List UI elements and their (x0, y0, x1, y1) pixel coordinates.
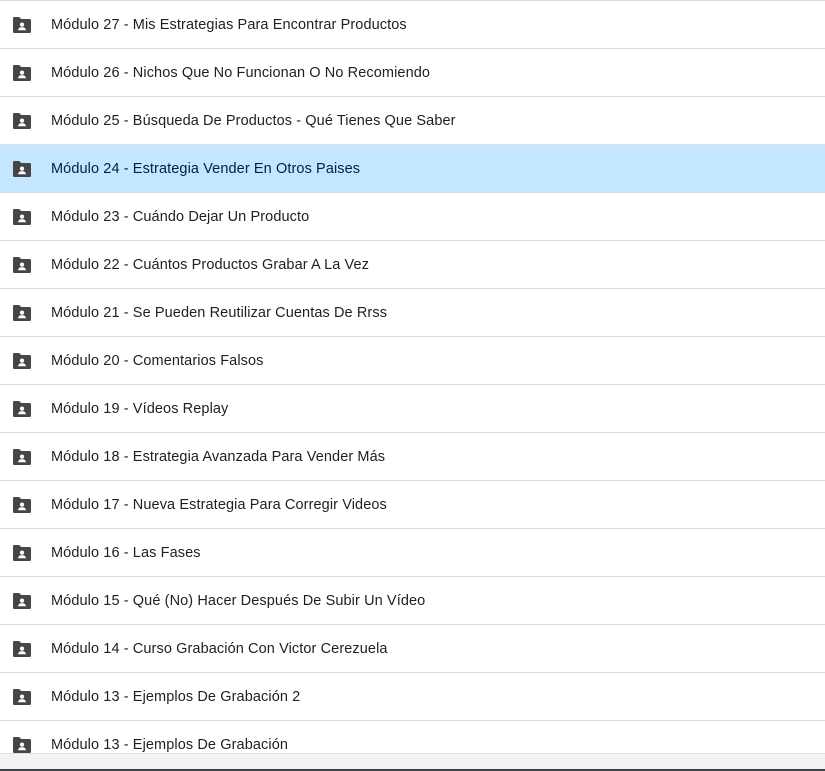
folder-row-12[interactable]: Módulo 16 - Las Fases (0, 529, 825, 577)
folder-row-3[interactable]: Módulo 25 - Búsqueda De Productos - Qué … (0, 97, 825, 145)
shared-folder-icon (12, 543, 32, 563)
folder-name: Módulo 24 - Estrategia Vender En Otros P… (51, 160, 361, 177)
folder-name: Módulo 27 - Mis Estrategias Para Encontr… (51, 16, 407, 33)
shared-folder-icon (12, 255, 32, 275)
shared-folder-icon (12, 687, 32, 707)
folder-row-15[interactable]: Módulo 13 - Ejemplos De Grabación 2 (0, 673, 825, 721)
folder-row-14[interactable]: Módulo 14 - Curso Grabación Con Victor C… (0, 625, 825, 673)
shared-folder-icon (12, 351, 32, 371)
shared-folder-icon (12, 207, 32, 227)
folder-row-1[interactable]: Módulo 27 - Mis Estrategias Para Encontr… (0, 1, 825, 49)
folder-list: Módulo 27 - Mis Estrategias Para Encontr… (0, 0, 825, 769)
folder-name: Módulo 23 - Cuándo Dejar Un Producto (51, 208, 310, 225)
folder-row-9[interactable]: Módulo 19 - Vídeos Replay (0, 385, 825, 433)
folder-name: Módulo 26 - Nichos Que No Funcionan O No… (51, 64, 431, 81)
folder-row-6[interactable]: Módulo 22 - Cuántos Productos Grabar A L… (0, 241, 825, 289)
folder-name: Módulo 14 - Curso Grabación Con Victor C… (51, 640, 388, 657)
folder-row-8[interactable]: Módulo 20 - Comentarios Falsos (0, 337, 825, 385)
folder-rows: Módulo 27 - Mis Estrategias Para Encontr… (0, 1, 825, 769)
folder-name: Módulo 15 - Qué (No) Hacer Después De Su… (51, 592, 426, 609)
folder-name: Módulo 13 - Ejemplos De Grabación (51, 736, 289, 753)
folder-name: Módulo 13 - Ejemplos De Grabación 2 (51, 688, 301, 705)
folder-name: Módulo 16 - Las Fases (51, 544, 201, 561)
folder-row-11[interactable]: Módulo 17 - Nueva Estrategia Para Correg… (0, 481, 825, 529)
shared-folder-icon (12, 639, 32, 659)
shared-folder-icon (12, 495, 32, 515)
shared-folder-icon (12, 63, 32, 83)
shared-folder-icon (12, 111, 32, 131)
folder-name: Módulo 17 - Nueva Estrategia Para Correg… (51, 496, 387, 513)
shared-folder-icon (12, 303, 32, 323)
folder-row-4[interactable]: Módulo 24 - Estrategia Vender En Otros P… (0, 145, 825, 193)
folder-name: Módulo 21 - Se Pueden Reutilizar Cuentas… (51, 304, 388, 321)
shared-folder-icon (12, 399, 32, 419)
shared-folder-icon (12, 15, 32, 35)
folder-name: Módulo 19 - Vídeos Replay (51, 400, 229, 417)
folder-row-10[interactable]: Módulo 18 - Estrategia Avanzada Para Ven… (0, 433, 825, 481)
folder-name: Módulo 18 - Estrategia Avanzada Para Ven… (51, 448, 386, 465)
folder-row-5[interactable]: Módulo 23 - Cuándo Dejar Un Producto (0, 193, 825, 241)
shared-folder-icon (12, 591, 32, 611)
shared-folder-icon (12, 447, 32, 467)
folder-row-13[interactable]: Módulo 15 - Qué (No) Hacer Después De Su… (0, 577, 825, 625)
folder-row-2[interactable]: Módulo 26 - Nichos Que No Funcionan O No… (0, 49, 825, 97)
bottom-edge (0, 753, 825, 771)
shared-folder-icon (12, 735, 32, 755)
folder-name: Módulo 22 - Cuántos Productos Grabar A L… (51, 256, 370, 273)
folder-name: Módulo 25 - Búsqueda De Productos - Qué … (51, 112, 456, 129)
folder-row-7[interactable]: Módulo 21 - Se Pueden Reutilizar Cuentas… (0, 289, 825, 337)
folder-name: Módulo 20 - Comentarios Falsos (51, 352, 264, 369)
shared-folder-icon (12, 159, 32, 179)
